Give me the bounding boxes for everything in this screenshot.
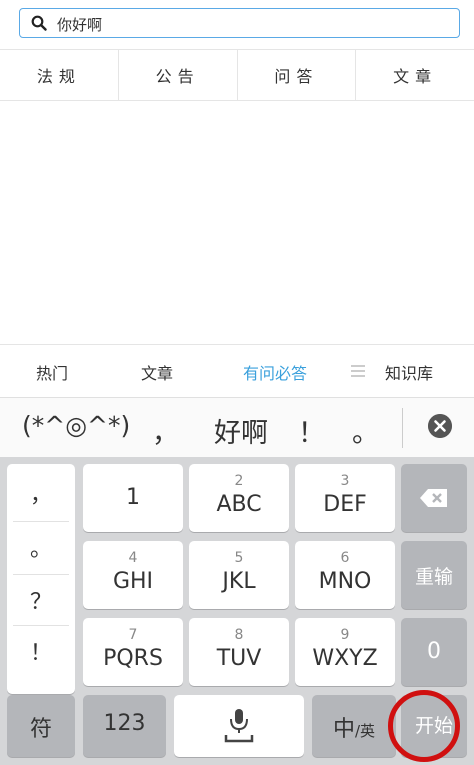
close-candidates-icon[interactable] <box>428 414 452 438</box>
voice-key[interactable] <box>174 695 304 757</box>
category-tabs: 法规 公告 问答 文章 <box>0 49 474 101</box>
punct-period[interactable]: 。 <box>7 522 75 572</box>
key-6-mno[interactable]: 6 MNO <box>295 541 395 609</box>
tab-regulations[interactable]: 法规 <box>0 50 119 100</box>
candidate-emoticon[interactable]: (*^◎^*) <box>22 411 130 440</box>
nav-knowledge-base[interactable]: 知识库 <box>385 360 433 384</box>
key-5-jkl[interactable]: 5 JKL <box>189 541 289 609</box>
numbers-key[interactable]: 123 <box>83 695 166 757</box>
backspace-icon <box>420 489 447 507</box>
key-0[interactable]: 0 <box>401 618 467 686</box>
key-9-wxyz[interactable]: 9 WXYZ <box>295 618 395 686</box>
search-value: 你好啊 <box>57 16 103 34</box>
candidate-divider <box>402 408 403 448</box>
nav-qa-active[interactable]: 有问必答 <box>243 360 307 384</box>
search-icon <box>31 15 47 31</box>
symbols-key[interactable]: 符 <box>7 695 75 757</box>
nav-articles[interactable]: 文章 <box>141 360 173 384</box>
punctuation-column[interactable]: ， 。 ？ ！ <box>7 464 75 694</box>
tab-qa[interactable]: 问答 <box>238 50 357 100</box>
punct-question[interactable]: ？ <box>7 575 75 625</box>
key-1[interactable]: 1 <box>83 464 183 532</box>
language-switch-key[interactable]: 中/英 <box>312 695 396 757</box>
key-2-abc[interactable]: 2 ABC <box>189 464 289 532</box>
bottom-nav: 热门 文章 有问必答 知识库 <box>0 344 474 397</box>
key-3-def[interactable]: 3 DEF <box>295 464 395 532</box>
lang-en-label: /英 <box>354 722 376 740</box>
candidate-period[interactable]: 。 <box>352 411 379 450</box>
key-4-ghi[interactable]: 4 GHI <box>83 541 183 609</box>
reenter-key[interactable]: 重输 <box>401 541 467 609</box>
microphone-icon <box>224 709 254 743</box>
search-input[interactable]: 你好啊 <box>19 8 460 38</box>
candidate-exclamation[interactable]: ！ <box>298 411 325 450</box>
candidate-bar: (*^◎^*) ， 好啊 ！ 。 <box>0 397 474 458</box>
nav-hot[interactable]: 热门 <box>36 360 68 384</box>
tab-announcements[interactable]: 公告 <box>119 50 238 100</box>
key-7-pqrs[interactable]: 7 PQRS <box>83 618 183 686</box>
backspace-key[interactable] <box>401 464 467 532</box>
lang-cn-label: 中 <box>332 717 355 742</box>
search-header: 你好啊 <box>0 0 474 48</box>
candidate-comma[interactable]: ， <box>152 411 179 450</box>
candidate-haoa[interactable]: 好啊 <box>214 411 268 450</box>
menu-icon <box>351 365 365 377</box>
key-8-tuv[interactable]: 8 TUV <box>189 618 289 686</box>
punct-comma[interactable]: ， <box>7 468 75 518</box>
red-circle-annotation <box>388 690 460 762</box>
tab-articles[interactable]: 文章 <box>356 50 474 100</box>
punct-exclamation[interactable]: ！ <box>7 626 75 676</box>
